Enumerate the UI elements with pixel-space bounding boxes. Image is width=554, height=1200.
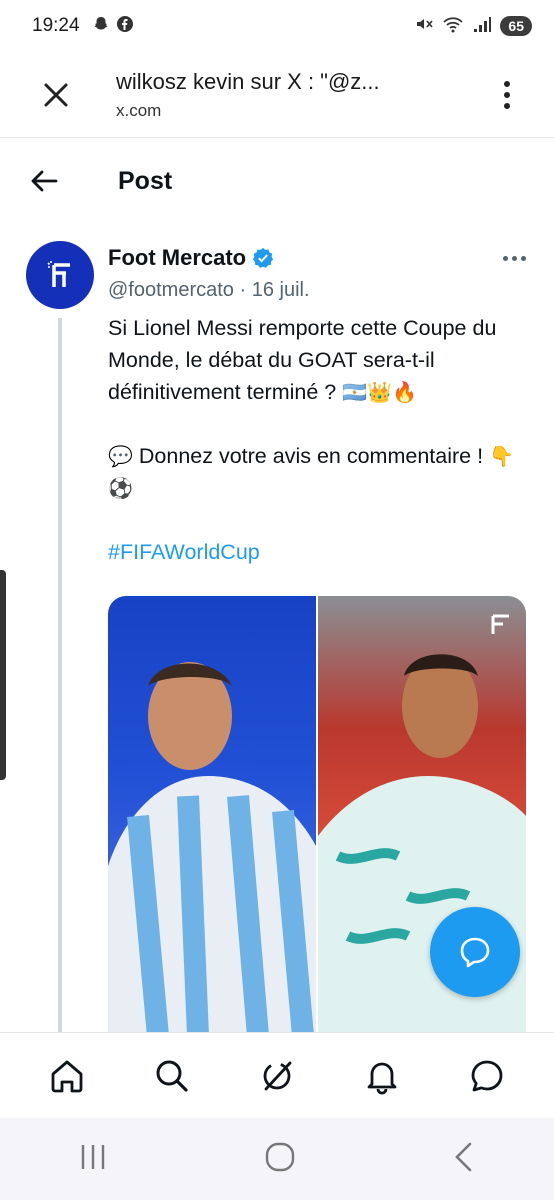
nav-notifications[interactable] (360, 1054, 404, 1098)
tweet-date[interactable]: 16 juil. (252, 279, 310, 301)
player-left-silhouette (108, 662, 316, 1036)
reply-icon (460, 937, 490, 968)
snapchat-icon (92, 15, 110, 38)
tweet-text-line1: Si Lionel Messi remporte cette Coupe du … (108, 316, 497, 404)
nav-home[interactable] (45, 1054, 89, 1098)
nav-search[interactable] (150, 1054, 194, 1098)
back-arrow-icon (31, 170, 58, 192)
tweet: Foot Mercato @footmercato · 16 juil. Si … (108, 245, 528, 568)
back-system-button[interactable] (452, 1141, 476, 1178)
edge-panel-handle[interactable] (0, 570, 6, 780)
foot-mercato-logo-icon (47, 261, 70, 287)
home-system-button[interactable] (264, 1141, 296, 1178)
handle-row: @footmercato · 16 juil. (108, 279, 528, 302)
tweet-text: Si Lionel Messi remporte cette Coupe du … (108, 312, 528, 568)
recent-apps-button[interactable] (78, 1143, 108, 1176)
media-left-photo (108, 596, 316, 1036)
tweet-text-line2: Donnez votre avis en commentaire ! (138, 444, 484, 468)
bell-icon (367, 1062, 397, 1094)
author-handle[interactable]: @footmercato (108, 279, 234, 301)
speech-bubble-emoji: 💬 (108, 444, 133, 468)
post-header: Post (0, 140, 554, 222)
browser-toolbar: wilkosz kevin sur X : "@z... x.com (0, 52, 554, 138)
hashtag-link[interactable]: #FIFAWorldCup (108, 540, 260, 564)
nav-grok[interactable] (255, 1054, 299, 1098)
page-title: Post (118, 166, 173, 195)
tweet-emojis-1: 🇦🇷👑🔥 (342, 380, 417, 404)
close-icon (44, 83, 68, 106)
more-options-button[interactable] (503, 255, 526, 261)
separator: · (239, 279, 247, 301)
signal-icon (472, 14, 492, 39)
mute-icon (414, 14, 434, 39)
battery-indicator: 65 (500, 16, 532, 36)
verified-badge-icon (253, 247, 274, 268)
home-icon (51, 1060, 82, 1092)
nav-messages[interactable] (465, 1054, 509, 1098)
bottom-nav (0, 1032, 554, 1118)
thread-line (58, 318, 62, 1033)
back-button[interactable] (30, 167, 58, 195)
back-chevron-icon (455, 1142, 472, 1171)
author-name[interactable]: Foot Mercato (108, 245, 246, 271)
grok-icon (263, 1061, 292, 1090)
system-navigation (0, 1118, 554, 1200)
status-time: 19:24 (32, 15, 80, 36)
facebook-icon (116, 15, 134, 38)
wifi-icon (442, 14, 464, 39)
browser-page-title: wilkosz kevin sur X : "@z... (116, 68, 380, 94)
search-icon (156, 1060, 188, 1092)
status-bar: 19:24 65 (0, 0, 554, 52)
browser-url: x.com (116, 100, 162, 120)
compose-reply-button[interactable] (430, 907, 520, 997)
close-button[interactable] (36, 75, 76, 115)
recent-apps-icon (81, 1144, 105, 1169)
avatar[interactable] (26, 241, 94, 309)
browser-menu-button[interactable] (504, 80, 510, 109)
message-icon (471, 1060, 503, 1091)
home-circle-icon (265, 1142, 295, 1171)
